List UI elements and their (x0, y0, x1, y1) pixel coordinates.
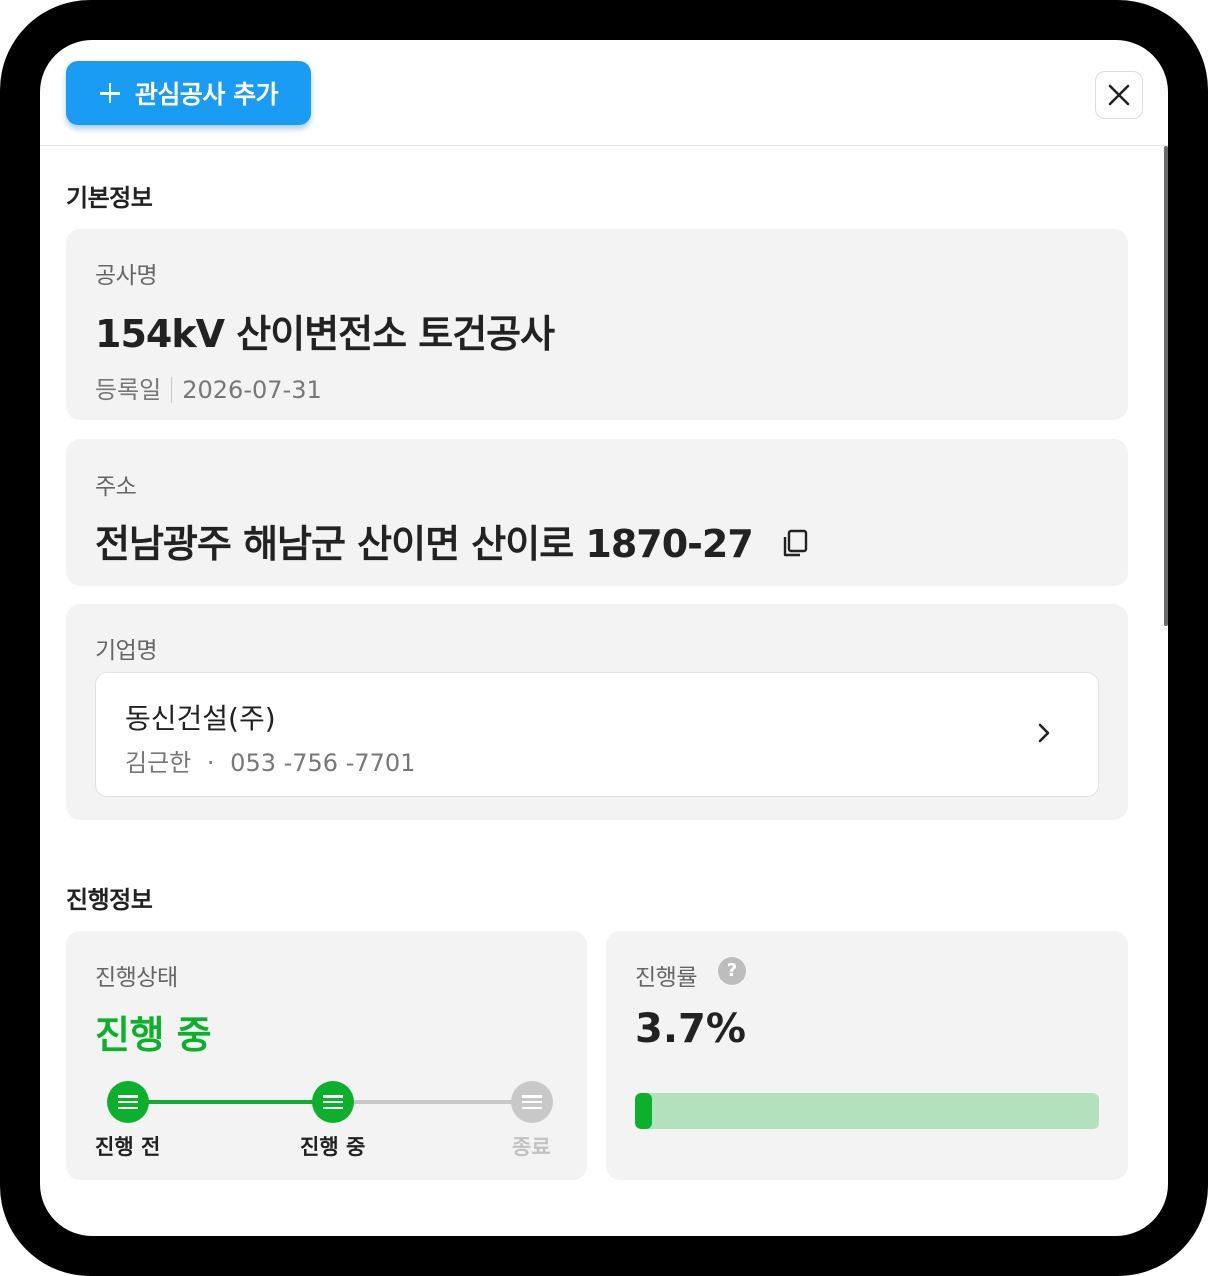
step-icon (511, 1081, 553, 1123)
address-text: 전남광주 해남군 산이면 산이로 1870-27 (95, 522, 754, 566)
company-item[interactable]: 동신건설(주) 김근한 · 053 -756 -7701 (95, 672, 1099, 797)
contact-phone: 053 -756 -7701 (230, 749, 416, 777)
company-name: 동신건설(주) (125, 702, 276, 735)
progress-rate-card: 진행률 ? 3.7% (606, 931, 1128, 1180)
step-track-pending (333, 1100, 532, 1104)
step-label-before: 진행 전 (95, 1135, 161, 1159)
status-value: 진행 중 (95, 1013, 212, 1057)
company-contact: 김근한 · 053 -756 -7701 (125, 743, 415, 778)
project-name-card: 공사명 154kV 산이변전소 토건공사 등록일 2026-07-31 (66, 229, 1128, 420)
help-icon[interactable]: ? (718, 957, 746, 985)
copy-icon[interactable] (781, 529, 809, 559)
contact-separator: · (206, 749, 215, 777)
registered-date: 2026-07-31 (182, 376, 322, 404)
progress-rate-value: 3.7% (635, 1006, 746, 1052)
address-row: 전남광주 해남군 산이면 산이로 1870-27 (95, 513, 809, 568)
progress-bar (635, 1093, 1099, 1129)
step-icon (107, 1081, 149, 1123)
basic-info-title: 기본정보 (66, 184, 153, 212)
modal-header: 관심공사 추가 (40, 40, 1168, 146)
add-interest-project-label: 관심공사 추가 (134, 80, 279, 109)
address-card: 주소 전남광주 해남군 산이면 산이로 1870-27 (66, 439, 1128, 586)
step-icon (312, 1081, 354, 1123)
scrollbar[interactable] (1164, 146, 1168, 626)
project-name-label: 공사명 (95, 263, 157, 289)
company-label: 기업명 (95, 638, 157, 664)
step-track-done (128, 1100, 333, 1104)
step-label-ended: 종료 (512, 1135, 551, 1159)
status-label: 진행상태 (95, 965, 178, 991)
progress-info-title: 진행정보 (66, 886, 153, 914)
modal-screen: 관심공사 추가 기본정보 공사명 154kV 산이변전소 토건공사 등록일 202… (40, 40, 1168, 1236)
add-interest-project-button[interactable]: 관심공사 추가 (66, 61, 311, 125)
progress-bar-fill (635, 1093, 653, 1129)
status-card: 진행상태 진행 중 진행 전 진행 중 종료 (66, 931, 587, 1180)
close-button[interactable] (1095, 71, 1143, 119)
device-frame: 관심공사 추가 기본정보 공사명 154kV 산이변전소 토건공사 등록일 202… (0, 0, 1208, 1276)
plus-icon (99, 82, 121, 104)
chevron-right-icon (1038, 723, 1050, 743)
project-name: 154kV 산이변전소 토건공사 (95, 312, 555, 356)
contact-person: 김근한 (125, 749, 192, 777)
company-card: 기업명 동신건설(주) 김근한 · 053 -756 -7701 (66, 604, 1128, 820)
registered-date-row: 등록일 2026-07-31 (95, 370, 322, 405)
close-icon (1108, 84, 1130, 106)
address-label: 주소 (95, 474, 137, 500)
step-label-ongoing: 진행 중 (300, 1135, 366, 1159)
registered-label: 등록일 (95, 376, 162, 404)
divider (171, 377, 173, 403)
progress-rate-label: 진행률 (635, 965, 697, 991)
